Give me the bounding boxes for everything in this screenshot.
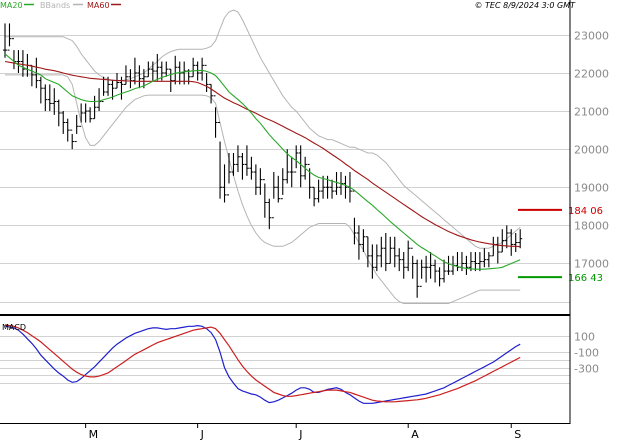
y-tick-label: 23000 [574, 30, 609, 43]
macd-y-tick-label: -300 [574, 363, 599, 376]
legend-ma60-label: MA60 [87, 1, 110, 10]
price-chart: 184 06 166 43 23000 22000 21000 20000 19000 18… [0, 0, 627, 440]
x-tick-label: S [514, 428, 521, 440]
x-tick-label: A [411, 428, 419, 440]
level-label: 166 43 [568, 273, 603, 284]
x-tick-label: J [298, 428, 302, 440]
level-label: 184 06 [568, 206, 603, 217]
y-tick-label: 19000 [574, 182, 609, 195]
macd-panel-title: MACD [2, 323, 26, 332]
macd-y-tick-label: -100 [574, 347, 599, 360]
x-tick-label: J [200, 428, 204, 440]
y-tick-label: 18000 [574, 220, 609, 233]
x-tick-label: M [89, 428, 99, 440]
legend: MA20 BBands MA60 [0, 1, 121, 10]
legend-bbands-label: BBands [40, 1, 70, 10]
y-tick-label: 22000 [574, 68, 609, 81]
copyright-text: © TEC 8/9/2024 3:0 GMT [475, 1, 577, 10]
legend-ma20-label: MA20 [0, 1, 23, 10]
y-tick-label: 21000 [574, 106, 609, 119]
macd-y-tick-label: 100 [574, 331, 595, 344]
y-tick-label: 17000 [574, 258, 609, 271]
y-tick-label: 20000 [574, 144, 609, 157]
